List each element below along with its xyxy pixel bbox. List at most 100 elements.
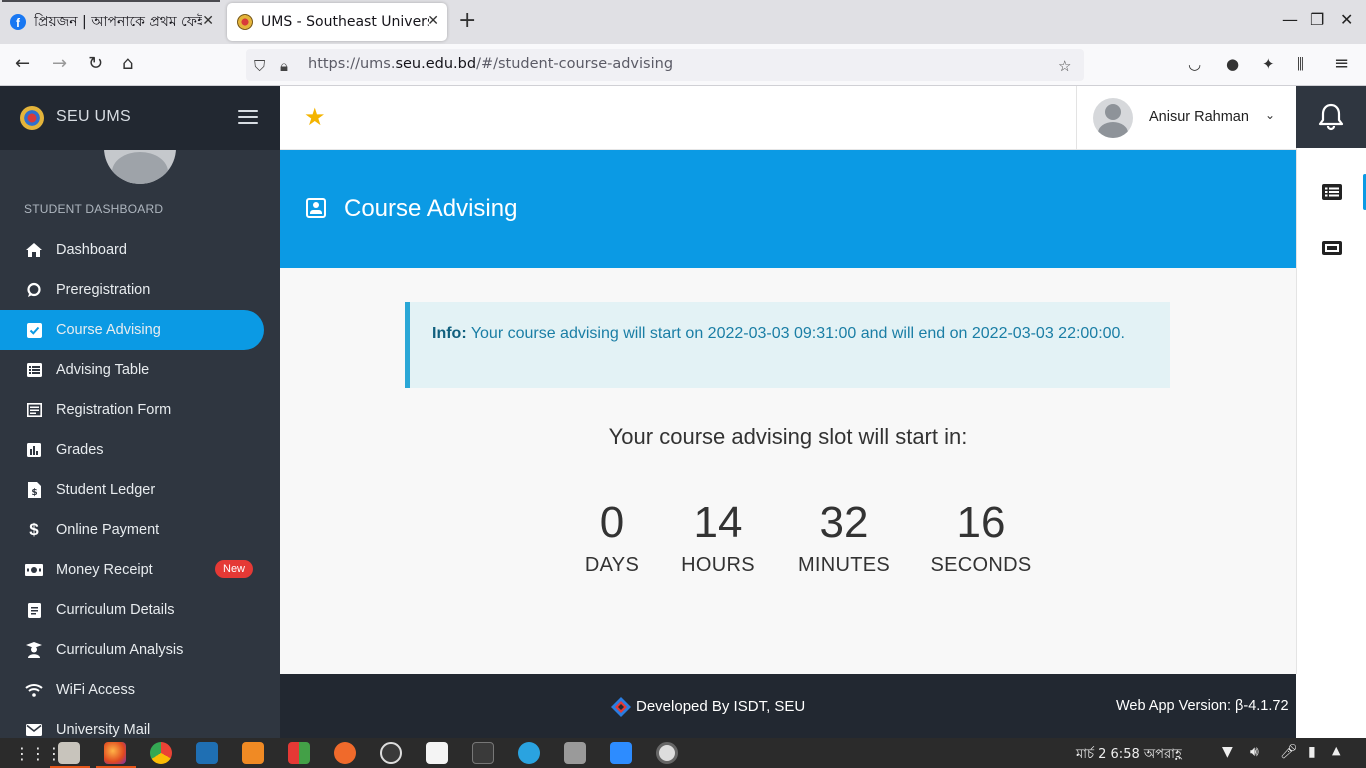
terminal-icon[interactable] [472,742,494,764]
close-icon[interactable]: ✕ [202,13,214,29]
app-grid-icon[interactable]: ⋮⋮⋮ [14,744,62,763]
page-banner: Course Advising [280,150,1296,268]
browser-tab-ums[interactable]: UMS - Southeast Universi ✕ [227,3,447,41]
sidebar-item-course-advising[interactable]: Course Advising [0,310,264,350]
sidebar-item-wifi-access[interactable]: WiFi Access [0,670,280,710]
url-bar[interactable]: ⛉ 🔒︎ https://ums.seu.edu.bd/#/student-co… [246,49,1084,81]
tray-expand-icon[interactable]: ▲ [1332,744,1340,757]
battery-icon[interactable]: ▮ [1308,744,1316,760]
countdown-label: MINUTES [797,554,891,576]
sublime-icon[interactable] [242,742,264,764]
sidebar-brand-bar: SEU UMS [0,86,280,150]
tab-indicator [2,0,220,2]
minimize-icon[interactable]: — [1282,10,1298,29]
sidebar-item-label: Curriculum Analysis [56,642,184,658]
obs-icon[interactable] [380,742,402,764]
sidebar-item-university-mail[interactable]: University Mail [0,710,280,738]
restore-icon[interactable]: ❐ [1310,10,1324,29]
app-icon[interactable] [288,742,310,764]
notifications-button[interactable] [1296,86,1366,148]
shield-icon[interactable]: ⛉ [254,57,265,75]
pocket-icon[interactable]: ◡ [1188,54,1201,74]
book-icon [24,601,44,619]
browser-tab-facebook[interactable]: f প্রিয়জন | আপনাকে প্রথম ফেইজ ✕ [0,3,222,41]
card-view-icon[interactable] [1322,240,1344,262]
database-icon[interactable] [564,742,586,764]
microphone-icon[interactable]: 🎤︎ [1280,744,1298,760]
vscode-icon[interactable] [196,742,218,764]
facebook-icon: f [10,14,26,30]
library-icon[interactable]: ⫼ [1297,54,1304,74]
chrome-icon[interactable] [150,742,172,764]
bookmark-star-icon[interactable]: ☆ [1058,57,1071,75]
sidebar-item-curriculum-details[interactable]: Curriculum Details [0,590,280,630]
user-name[interactable]: Anisur Rahman [1149,109,1249,125]
page-title: Course Advising [344,195,518,222]
taskbar-clock[interactable]: মার্চ 2 6:58 অপরাহ্ণ [1076,745,1182,766]
hamburger-menu-icon[interactable] [238,110,258,126]
right-side-panel [1296,148,1366,738]
sidebar-item-student-ledger[interactable]: $ Student Ledger [0,470,280,510]
avatar[interactable] [1093,98,1133,138]
new-badge: New [215,560,254,578]
settings-icon[interactable] [656,742,678,764]
lock-icon[interactable]: 🔒︎ [280,57,288,75]
tab-title: প্রিয়জন | আপনাকে প্রথম ফেইজ [34,14,202,30]
firefox-icon[interactable] [104,742,126,764]
sidebar-item-preregistration[interactable]: Preregistration [0,270,280,310]
window-close-icon[interactable]: ✕ [1340,10,1353,29]
wifi-status-icon[interactable]: ▼ [1222,744,1233,760]
tab-title: UMS - Southeast Universi [261,14,429,30]
close-icon[interactable]: ✕ [427,13,439,29]
info-text: Your course advising will start on 2022-… [466,325,1125,342]
money-icon [24,561,44,579]
sidebar-item-dashboard[interactable]: Dashboard [0,230,280,270]
top-header: ★ Anisur Rahman ⌄ [280,86,1296,150]
back-icon[interactable]: ← [15,54,30,74]
chevron-down-icon[interactable]: ⌄ [1265,108,1275,122]
home-icon[interactable]: ⌂ [122,54,133,74]
star-icon[interactable]: ★ [304,105,326,129]
telegram-icon[interactable] [518,742,540,764]
sidebar-item-grades[interactable]: Grades [0,430,280,470]
countdown-label: HOURS [681,554,755,576]
sidebar: SEU UMS STUDENT DASHBOARD Dashboard Prer… [0,86,280,738]
sidebar-item-label: Course Advising [56,322,161,338]
sidebar-item-label: Advising Table [56,362,150,378]
dollar-icon: $ [29,520,39,539]
countdown-minutes: 32 MINUTES [794,500,894,577]
menu-icon[interactable]: ≡ [1334,54,1349,74]
sidebar-item-curriculum-analysis[interactable]: Curriculum Analysis [0,630,280,670]
user-card-icon [306,198,326,218]
info-alert: Info: Your course advising will start on… [405,302,1170,388]
sidebar-item-label: WiFi Access [56,682,135,698]
sidebar-item-advising-table[interactable]: Advising Table [0,350,280,390]
forward-icon[interactable]: → [52,54,67,74]
text-editor-icon[interactable] [426,742,448,764]
countdown-value: 14 [693,498,743,547]
bell-icon [1318,103,1344,131]
countdown-value: 32 [819,498,869,547]
reload-icon[interactable]: ↻ [88,54,103,74]
mail-icon [24,721,44,738]
volume-icon[interactable]: 🔊︎ [1250,744,1259,760]
footer-version: Web App Version: β-4.1.72 [1116,698,1289,714]
footer: Developed By ISDT, SEU Web App Version: … [280,674,1296,738]
list-view-icon[interactable] [1322,184,1344,206]
app-icon[interactable] [334,742,356,764]
account-icon[interactable]: ● [1226,54,1239,74]
sidebar-item-online-payment[interactable]: $ Online Payment [0,510,280,550]
sidebar-item-registration-form[interactable]: Registration Form [0,390,280,430]
files-icon[interactable] [58,742,80,764]
extension-icon[interactable]: ✦ [1262,54,1275,74]
user-menu[interactable]: Anisur Rahman ⌄ [1076,86,1296,150]
comment-icon [24,281,44,299]
browser-tab-bar: f প্রিয়জন | আপনাকে প্রথম ফেইজ ✕ UMS - S… [0,0,1366,44]
sidebar-item-money-receipt[interactable]: Money Receipt New [0,550,280,590]
home-icon [24,241,44,259]
url-text[interactable]: https://ums.seu.edu.bd/#/student-course-… [308,56,673,72]
new-tab-button[interactable]: + [458,10,476,32]
sidebar-item-label: Grades [56,442,104,458]
zoom-icon[interactable] [610,742,632,764]
countdown-seconds: 16 SECONDS [928,500,1034,577]
